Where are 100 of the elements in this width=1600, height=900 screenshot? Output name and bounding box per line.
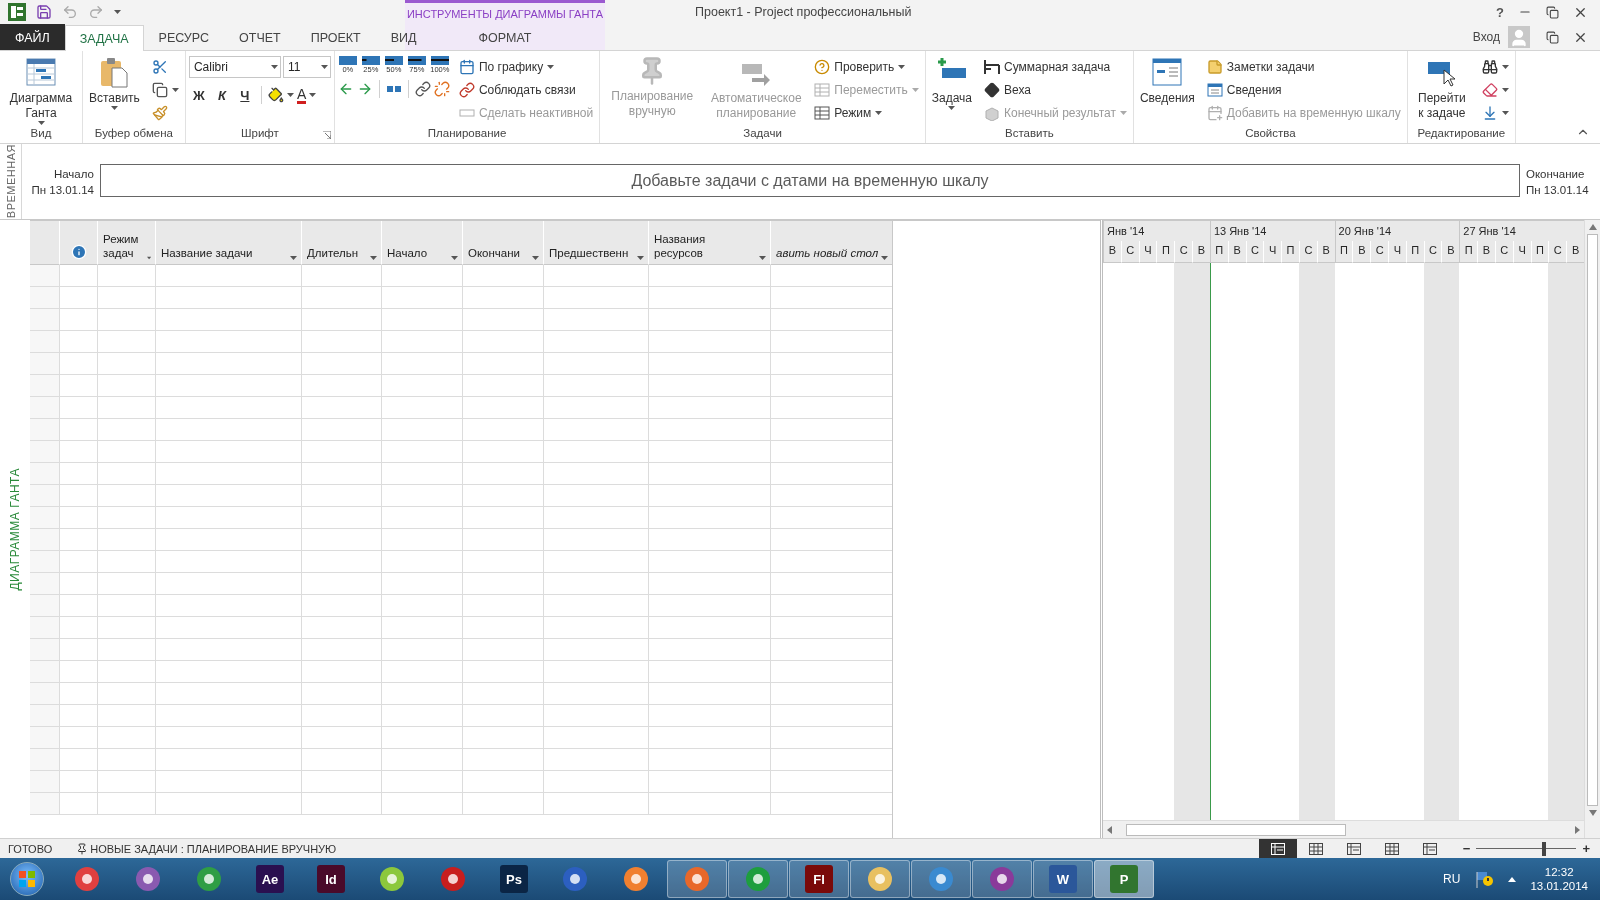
taskbar-button[interactable]: P [1094,860,1154,898]
ribbon-tab[interactable]: ФОРМАТ [463,24,547,50]
start-date: Пн 13.01.14 [31,183,94,196]
table-cell [60,463,98,485]
timescale-day: П [1281,241,1299,263]
ribbon-button[interactable]: Режим [811,102,922,124]
timeline-bar[interactable]: Добавьте задачи с датами на временную шкалу [100,164,1520,197]
ribbon-button[interactable]: Веха [981,79,1130,101]
column-header[interactable]: Предшественн [544,221,649,265]
ribbon-button[interactable]: Сведения [1203,79,1404,101]
column-header[interactable]: Начало [382,221,463,265]
clock[interactable]: 12:32 13.01.2014 [1530,866,1588,892]
ribbon-button[interactable]: Диаграмма Ганта [3,54,79,127]
dialog-launcher-icon[interactable] [322,131,331,139]
ribbon-tab[interactable]: ОТЧЕТ [224,24,296,50]
taskbar-button[interactable]: Ae [240,860,300,898]
ribbon-button[interactable]: Задача [928,54,976,112]
link-icon[interactable] [414,81,431,97]
start-button[interactable] [10,862,44,896]
taskbar-button[interactable] [728,860,788,898]
ribbon-tab[interactable]: ПРОЕКТ [295,24,376,50]
zoom-thumb[interactable] [1542,841,1547,856]
scroll-right-icon[interactable] [1573,825,1581,834]
timescale-week: 27 Янв '14 [1459,221,1584,241]
taskbar-button[interactable]: W [1033,860,1093,898]
scroll-left-icon[interactable] [1106,825,1114,834]
taskbar-button[interactable] [972,860,1032,898]
taskbar-button[interactable] [850,860,910,898]
cut-icon[interactable] [151,59,168,75]
taskbar-button[interactable]: Ps [484,860,544,898]
help-icon [814,59,831,75]
language-indicator[interactable]: RU [1443,872,1461,886]
column-header[interactable]: Окончани [463,221,544,265]
ribbon-tab[interactable]: РЕСУРС [143,24,225,50]
horizontal-scrollbar[interactable] [1103,820,1584,838]
details-icon [1151,56,1184,88]
ribbon-button[interactable]: По графику [455,56,597,78]
scroll-up-icon[interactable] [1588,224,1597,230]
scroll-down-icon[interactable] [1588,810,1597,816]
caret-icon [1501,65,1509,69]
pin-icon [76,842,89,855]
binoculars-icon[interactable] [1481,59,1498,75]
column-header[interactable]: Длительн [302,221,382,265]
column-header[interactable]: Режим задач [98,221,156,265]
zoom-in-button[interactable]: + [1582,841,1590,856]
underline-button[interactable]: Ч [234,84,255,106]
progress-bar-icon[interactable] [430,56,449,65]
ribbon-tab[interactable]: ФАЙЛ [0,24,65,50]
ribbon-button[interactable]: Соблюдать связи [455,79,597,101]
deliverable-icon [984,105,1001,121]
copy-icon[interactable] [151,82,168,98]
taskbar-button[interactable] [911,860,971,898]
view-button[interactable] [1258,839,1297,858]
restore-icon[interactable] [1546,5,1559,19]
table-cell [98,287,156,309]
ribbon-button[interactable]: Перейти к задаче [1410,54,1473,123]
font-name-combo[interactable]: Calibri [188,56,281,78]
app-icon: W [1049,865,1077,893]
view-icon [1308,842,1323,855]
tray-expand-icon[interactable] [1508,876,1517,882]
caret-icon [309,93,317,97]
taskbar-button[interactable] [667,860,727,898]
italic-button[interactable]: К [211,84,232,106]
ribbon-tab[interactable]: ЗАДАЧА [64,25,144,51]
column-header[interactable]: Название задачи [156,221,302,265]
column-header[interactable]: Названия ресурсов [649,221,771,265]
taskbar-button[interactable]: Fl [789,860,849,898]
ribbon-button[interactable]: Сведения [1136,54,1198,108]
caret-icon [270,65,278,69]
vertical-scrollbar[interactable] [1584,220,1600,838]
new-tasks-mode[interactable]: НОВЫЕ ЗАДАЧИ : ПЛАНИРОВАНИЕ ВРУЧНУЮ [90,842,337,855]
ribbon-tab[interactable]: ВИД [375,24,432,50]
warning-flag-icon[interactable] [1474,869,1495,889]
ribbon-button[interactable]: Заметки задачи [1203,56,1404,78]
ribbon-button[interactable]: Вставить [86,54,143,112]
group-label: Буфер обмена [94,127,173,141]
progress-bar-icon[interactable] [407,56,426,65]
unlink-icon[interactable] [433,81,450,97]
table-cell [60,353,98,375]
save-icon[interactable] [36,4,52,20]
ribbon-button[interactable]: Проверить [811,56,922,78]
format-painter-icon[interactable] [151,105,168,121]
table-cell [60,287,98,309]
font-size-combo[interactable]: 11 [282,56,331,78]
zoom-out-button[interactable]: − [1462,841,1471,856]
eraser-icon[interactable] [1481,82,1498,98]
taskbar-button[interactable]: Id [301,860,361,898]
table-cell [60,331,98,353]
restore-icon[interactable] [1546,30,1559,44]
column-header[interactable] [60,221,98,265]
help-button[interactable]: ? [1496,4,1504,20]
fill-color-icon[interactable] [267,87,284,103]
progress-bar-icon[interactable] [384,56,403,65]
font-color-button[interactable]: А [296,86,307,104]
ribbon-button[interactable]: Суммарная задача [981,56,1130,78]
sign-in-link[interactable]: Вход [1472,30,1500,44]
bold-button[interactable]: Ж [188,84,209,106]
progress-bar-icon[interactable] [361,56,380,65]
column-header[interactable]: авить новый стол [771,221,892,265]
group-label: Вид [30,127,52,141]
